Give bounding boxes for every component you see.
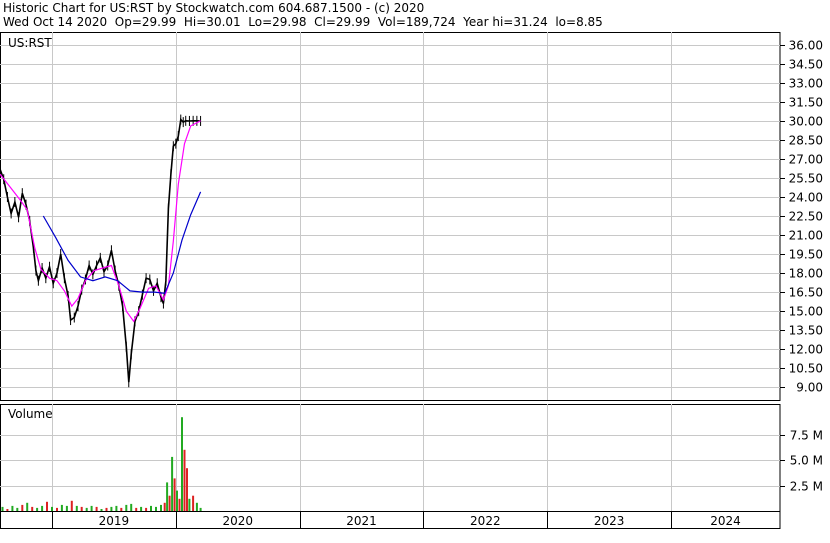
price-tick-label: 16.50 xyxy=(789,286,823,300)
volume-bar xyxy=(186,468,188,511)
price-tick-label: 19.50 xyxy=(789,248,823,262)
volume-bar xyxy=(85,507,88,511)
volume-bar xyxy=(120,507,123,511)
volume-bar xyxy=(163,502,166,511)
volume-bar xyxy=(80,506,83,511)
chart-canvas: 36.00 34.50 33.00 31.50 30.00 28.50 27.00 25.50… xyxy=(0,32,823,529)
volume-bar xyxy=(155,506,157,511)
volume-bar xyxy=(70,500,73,511)
volume-tick-label: 5.0 M xyxy=(790,454,823,468)
volume-bar xyxy=(130,503,133,511)
price-tick-label: 22.50 xyxy=(789,210,823,224)
volume-bar xyxy=(36,507,39,511)
volume-bar xyxy=(160,504,162,511)
volume-bar xyxy=(6,509,9,511)
price-tick-label: 36.00 xyxy=(789,39,823,53)
price-axis: 36.00 34.50 33.00 31.50 30.00 28.50 27.00 25.50… xyxy=(780,39,823,395)
volume-bar xyxy=(110,506,113,511)
volume-bar xyxy=(166,482,169,511)
volume-bar xyxy=(135,507,138,511)
year-tick-label: 2022 xyxy=(470,514,501,528)
volume-bar xyxy=(176,490,178,511)
volume-bar xyxy=(60,504,63,511)
price-tick-label: 25.50 xyxy=(789,172,823,186)
volume-bar xyxy=(1,506,4,511)
volume-tick-label: 7.5 M xyxy=(790,429,823,443)
volume-bar xyxy=(26,502,29,511)
volume-label: Volume xyxy=(8,407,53,421)
volume-bar xyxy=(11,505,14,511)
price-tick-label: 27.00 xyxy=(789,153,823,167)
volume-bar xyxy=(75,505,78,511)
series-ma-long xyxy=(42,191,202,295)
volume-bar xyxy=(188,498,191,511)
price-tick-label: 33.00 xyxy=(789,77,823,91)
volume-bar xyxy=(168,495,171,511)
volume-bar xyxy=(21,504,24,511)
volume-panel-frame xyxy=(0,404,781,512)
year-axis: 2019 2020 2021 2022 2023 2024 xyxy=(99,514,741,528)
volume-bar xyxy=(171,456,174,511)
price-tick-label: 10.50 xyxy=(789,362,823,376)
year-tick-label: 2023 xyxy=(594,514,625,528)
volume-bar xyxy=(16,507,19,511)
price-grid xyxy=(0,32,780,400)
price-tick-label: 21.00 xyxy=(789,229,823,243)
volume-bar xyxy=(105,507,108,511)
year-tick-label: 2024 xyxy=(710,514,741,528)
price-tick-label: 9.00 xyxy=(796,381,823,395)
year-tick-label: 2020 xyxy=(222,514,253,528)
year-tick-label: 2021 xyxy=(346,514,377,528)
volume-bar xyxy=(192,495,195,511)
price-tick-label: 12.00 xyxy=(789,343,823,357)
volume-bar xyxy=(90,505,93,511)
price-tick-label: 15.00 xyxy=(789,305,823,319)
price-tick-label: 30.00 xyxy=(789,115,823,129)
volume-bar xyxy=(181,417,183,511)
volume-bar xyxy=(125,504,128,511)
symbol-label: US:RST xyxy=(8,36,52,50)
volume-bar xyxy=(95,506,98,511)
volume-bar xyxy=(178,498,181,511)
volume-bar xyxy=(150,505,152,511)
volume-bar xyxy=(173,478,176,511)
price-tick-label: 13.50 xyxy=(789,324,823,338)
volume-tick-label: 2.5 M xyxy=(790,480,823,494)
price-tick-label: 31.50 xyxy=(789,96,823,110)
volume-bar xyxy=(199,507,202,511)
volume-bars xyxy=(1,417,202,511)
price-tick-label: 24.00 xyxy=(789,191,823,205)
volume-bar xyxy=(115,505,118,511)
volume-bar xyxy=(31,506,34,511)
volume-bar xyxy=(41,505,44,511)
volume-bar xyxy=(46,501,48,511)
volume-bar xyxy=(145,507,148,511)
volume-bar xyxy=(100,509,103,511)
volume-axis: 7.5 M 5.0 M 2.5 M xyxy=(780,429,823,494)
series-price xyxy=(0,117,201,383)
volume-bar xyxy=(183,449,186,511)
year-tick-label: 2019 xyxy=(99,514,130,528)
volume-bar xyxy=(51,506,53,511)
volume-bar xyxy=(56,507,58,511)
price-tick-label: 28.50 xyxy=(789,134,823,148)
volume-bar xyxy=(140,506,143,511)
volume-bar xyxy=(195,502,198,511)
volume-bar xyxy=(65,505,68,511)
price-series xyxy=(0,114,202,388)
price-tick-label: 34.50 xyxy=(789,58,823,72)
price-tick-label: 18.00 xyxy=(789,267,823,281)
